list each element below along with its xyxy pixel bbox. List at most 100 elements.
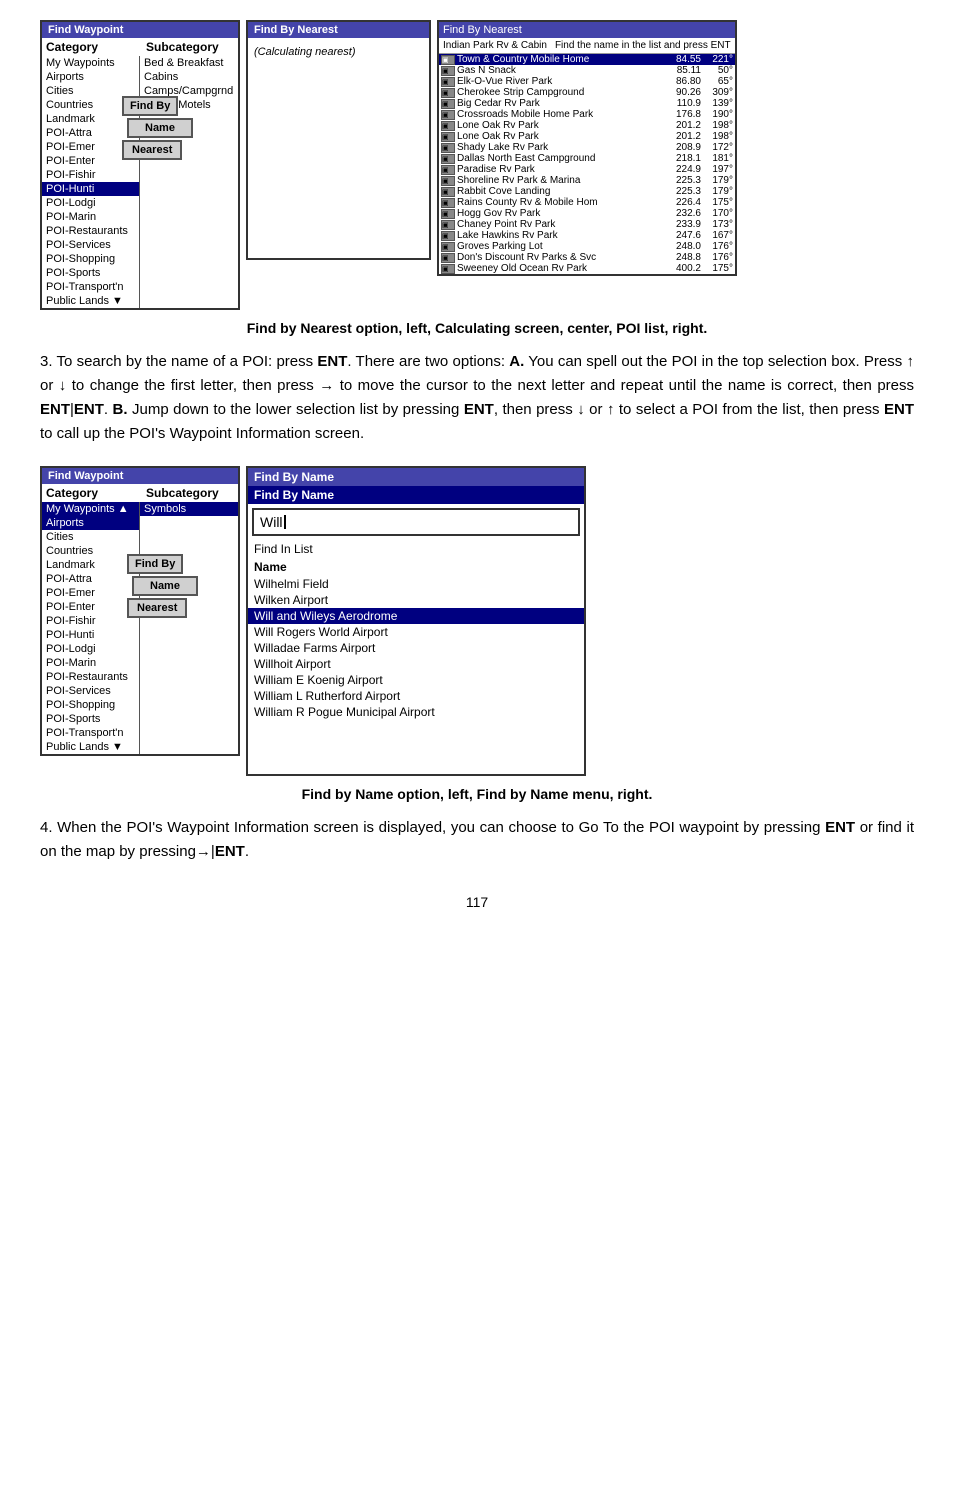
name-popup-bottom[interactable]: Name: [132, 576, 198, 596]
top-caption: Find by Nearest option, left, Calculatin…: [40, 320, 914, 336]
cat-airports[interactable]: Airports: [42, 70, 139, 84]
fbn-result-row[interactable]: ▣ Rains County Rv & Mobile Hom 226.4 175…: [439, 197, 735, 208]
fbn-result-name: Gas N Snack: [457, 65, 664, 76]
cat-my-waypoints[interactable]: My Waypoints: [42, 56, 139, 70]
name-popup-top[interactable]: Name: [127, 118, 193, 138]
fbn-result-name: Lone Oak Rv Park: [457, 120, 664, 131]
nearest-popup-top[interactable]: Nearest: [122, 140, 182, 160]
cat-bottom-my-waypoints[interactable]: My Waypoints ▲: [42, 502, 139, 516]
bottom-panels-container: Find Waypoint Category Subcategory My Wa…: [40, 466, 914, 776]
cat-bottom-cities[interactable]: Cities: [42, 530, 139, 544]
fbn-result-row[interactable]: ▣ Paradise Rv Park 224.9 197°: [439, 164, 735, 175]
fbn-bearing: 181°: [703, 153, 733, 164]
calculating-text: (Calculating nearest): [248, 38, 429, 66]
ent-key-2: ENT: [40, 401, 70, 418]
airport-list-item[interactable]: Willhoit Airport: [248, 656, 584, 672]
fbn-results-title: Find By Nearest: [443, 24, 522, 36]
cat-bottom-public-lands[interactable]: Public Lands ▼: [42, 740, 139, 754]
fbn-result-row[interactable]: ▣ Lone Oak Rv Park 201.2 198°: [439, 131, 735, 142]
cat-poi-hunti[interactable]: POI-Hunti: [42, 182, 139, 196]
cat-bottom-poi-fishir[interactable]: POI-Fishir: [42, 614, 139, 628]
fbn-result-row[interactable]: ▣ Crossroads Mobile Home Park 176.8 190°: [439, 109, 735, 120]
find-by-popup-bottom[interactable]: Find By: [127, 554, 183, 574]
fbn-result-row[interactable]: ▣ Town & Country Mobile Home 84.55 221°: [439, 54, 735, 65]
airport-list-item-selected[interactable]: Will and Wileys Aerodrome: [248, 608, 584, 624]
cat-bottom-poi-shopping[interactable]: POI-Shopping: [42, 698, 139, 712]
rv-icon: ▣: [441, 209, 455, 219]
find-by-nearest-calculating-panel: Find By Nearest (Calculating nearest): [246, 20, 431, 260]
find-by-name-title: Find By Name: [248, 468, 584, 486]
cat-bottom-poi-transportn[interactable]: POI-Transport'n: [42, 726, 139, 740]
airport-list-item[interactable]: Wilhelmi Field: [248, 576, 584, 592]
ent-key-1: ENT: [317, 353, 347, 370]
cat-bottom-poi-attra[interactable]: POI-Attra: [42, 572, 139, 586]
fbn-result-row[interactable]: ▣ Hogg Gov Rv Park 232.6 170°: [439, 208, 735, 219]
cat-poi-lodgi[interactable]: POI-Lodgi: [42, 196, 139, 210]
cat-bottom-poi-lodgi[interactable]: POI-Lodgi: [42, 642, 139, 656]
sub-bottom-symbols[interactable]: Symbols: [140, 502, 238, 516]
rv-icon: ▣: [441, 132, 455, 142]
fbn-result-row[interactable]: ▣ Don's Discount Rv Parks & Svc 248.8 17…: [439, 252, 735, 263]
cat-bottom-poi-services[interactable]: POI-Services: [42, 684, 139, 698]
fbn-result-row[interactable]: ▣ Lake Hawkins Rv Park 247.6 167°: [439, 230, 735, 241]
cat-poi-attra[interactable]: POI-Attra: [42, 126, 139, 140]
category-column-bottom: My Waypoints ▲ Airports Cities Countries…: [42, 502, 140, 754]
cat-poi-fishir[interactable]: POI-Fishir: [42, 168, 139, 182]
cat-bottom-poi-emer[interactable]: POI-Emer: [42, 586, 139, 600]
fbn-result-row[interactable]: ▣ Shoreline Rv Park & Marina 225.3 179°: [439, 175, 735, 186]
fbn-result-name: Cherokee Strip Campground: [457, 87, 664, 98]
fbn-result-name: Lone Oak Rv Park: [457, 131, 664, 142]
fbn-result-name: Sweeney Old Ocean Rv Park: [457, 263, 664, 274]
cat-bottom-airports[interactable]: Airports: [42, 516, 139, 530]
sub-cabins[interactable]: Cabins: [140, 70, 238, 84]
find-by-popup-top[interactable]: Find By: [122, 96, 178, 116]
cat-poi-transportn[interactable]: POI-Transport'n: [42, 280, 139, 294]
cat-poi-restaurants[interactable]: POI-Restaurants: [42, 224, 139, 238]
fbn-result-row[interactable]: ▣ Gas N Snack 85.11 50°: [439, 65, 735, 76]
cat-bottom-poi-marin[interactable]: POI-Marin: [42, 656, 139, 670]
fbn-distance: 176.8: [666, 109, 701, 120]
cat-bottom-landmark[interactable]: Landmark: [42, 558, 139, 572]
cat-bottom-poi-enter[interactable]: POI-Enter: [42, 600, 139, 614]
airport-list-item[interactable]: William E Koenig Airport: [248, 672, 584, 688]
cat-bottom-poi-hunti[interactable]: POI-Hunti: [42, 628, 139, 642]
cat-poi-shopping[interactable]: POI-Shopping: [42, 252, 139, 266]
fbn-result-row[interactable]: ▣ Rabbit Cove Landing 225.3 179°: [439, 186, 735, 197]
fbn-result-row[interactable]: ▣ Elk-O-Vue River Park 86.80 65°: [439, 76, 735, 87]
fbn-result-name: Elk-O-Vue River Park: [457, 76, 664, 87]
fbn-result-row[interactable]: ▣ Shady Lake Rv Park 208.9 172°: [439, 142, 735, 153]
airport-list-item[interactable]: Willadae Farms Airport: [248, 640, 584, 656]
fbn-result-row[interactable]: ▣ Lone Oak Rv Park 201.2 198°: [439, 120, 735, 131]
fbn-bearing: 167°: [703, 230, 733, 241]
sub-bed-breakfast[interactable]: Bed & Breakfast: [140, 56, 238, 70]
cat-bottom-countries[interactable]: Countries: [42, 544, 139, 558]
find-by-name-search-box[interactable]: Will: [252, 508, 580, 536]
fbn-result-name: Shoreline Rv Park & Marina: [457, 175, 664, 186]
rv-icon: ▣: [441, 220, 455, 230]
airport-list-item[interactable]: Will Rogers World Airport: [248, 624, 584, 640]
fbn-result-row[interactable]: ▣ Cherokee Strip Campground 90.26 309°: [439, 87, 735, 98]
fbn-result-row[interactable]: ▣ Big Cedar Rv Park 110.9 139°: [439, 98, 735, 109]
cat-bottom-poi-restaurants[interactable]: POI-Restaurants: [42, 670, 139, 684]
fbn-result-name: Crossroads Mobile Home Park: [457, 109, 664, 120]
fbn-result-row[interactable]: ▣ Dallas North East Campground 218.1 181…: [439, 153, 735, 164]
fbn-result-name: Groves Parking Lot: [457, 241, 664, 252]
find-waypoint-panel-top: Find Waypoint Category Subcategory My Wa…: [40, 20, 240, 310]
fbn-result-row[interactable]: ▣ Groves Parking Lot 248.0 176°: [439, 241, 735, 252]
cat-bottom-poi-sports[interactable]: POI-Sports: [42, 712, 139, 726]
rv-icon: ▣: [441, 176, 455, 186]
nearest-popup-bottom[interactable]: Nearest: [127, 598, 187, 618]
find-by-name-subtitle: Find By Name: [248, 486, 584, 504]
fw-headers-bottom: Category Subcategory: [42, 484, 238, 502]
cat-poi-services[interactable]: POI-Services: [42, 238, 139, 252]
cat-poi-marin[interactable]: POI-Marin: [42, 210, 139, 224]
cat-public-lands[interactable]: Public Lands ▼: [42, 294, 139, 308]
fbn-result-row[interactable]: ▣ Chaney Point Rv Park 233.9 173°: [439, 219, 735, 230]
airport-list-item[interactable]: William L Rutherford Airport: [248, 688, 584, 704]
airport-list-item[interactable]: William R Pogue Municipal Airport: [248, 704, 584, 720]
fbn-result-row[interactable]: ▣ Sweeney Old Ocean Rv Park 400.2 175°: [439, 263, 735, 274]
cat-poi-sports[interactable]: POI-Sports: [42, 266, 139, 280]
airport-list-item[interactable]: Wilken Airport: [248, 592, 584, 608]
ent-key-para2: ENT: [825, 819, 855, 836]
text-cursor: [284, 515, 286, 529]
